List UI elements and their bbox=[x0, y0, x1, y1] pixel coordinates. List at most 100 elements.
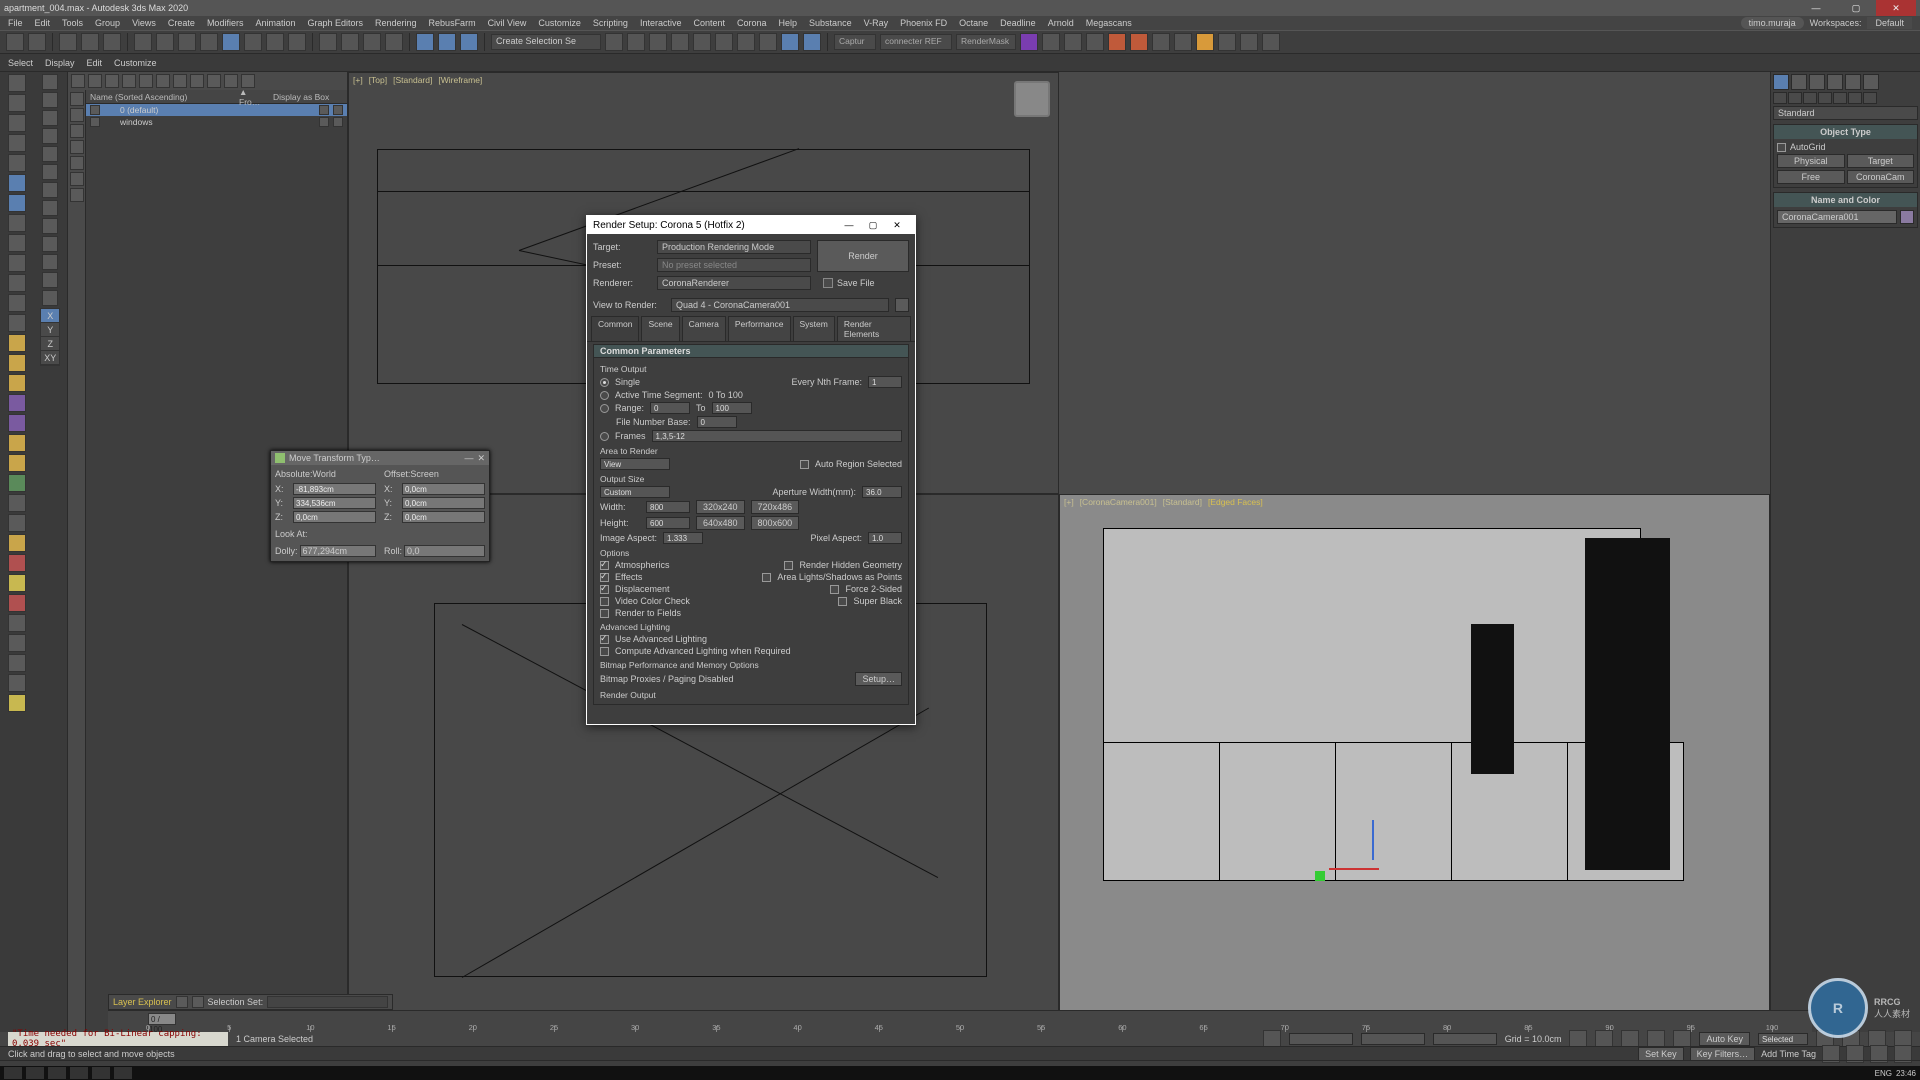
coord-x[interactable] bbox=[1289, 1033, 1353, 1045]
preset-select[interactable]: No preset selected bbox=[657, 258, 811, 272]
menu-item[interactable]: Animation bbox=[255, 18, 295, 28]
col-box[interactable] bbox=[319, 105, 329, 115]
coord-z[interactable] bbox=[1433, 1033, 1497, 1045]
dialog-min-icon[interactable]: — bbox=[464, 453, 473, 463]
time-slider[interactable]: 0 / 100 bbox=[148, 1013, 176, 1025]
utilities-tab-icon[interactable] bbox=[1863, 74, 1879, 90]
scene-row[interactable]: 0 (default) bbox=[86, 104, 347, 116]
tool-icon[interactable] bbox=[42, 290, 58, 306]
size-preset[interactable]: 800x600 bbox=[751, 516, 800, 530]
tool-icon[interactable] bbox=[8, 194, 26, 212]
off-y-input[interactable]: 0,0cm bbox=[402, 497, 485, 509]
ref-coord-icon[interactable] bbox=[416, 33, 434, 51]
category-select[interactable]: Standard bbox=[1773, 106, 1918, 120]
range-to-input[interactable]: 100 bbox=[712, 402, 752, 414]
frames-radio[interactable] bbox=[600, 432, 609, 441]
help-icon[interactable] bbox=[8, 694, 26, 712]
col-box[interactable] bbox=[319, 117, 329, 127]
geometry-icon[interactable] bbox=[1773, 92, 1787, 104]
schematic-icon[interactable] bbox=[693, 33, 711, 51]
nth-frame-input[interactable]: 1 bbox=[868, 376, 902, 388]
menu-item[interactable]: Deadline bbox=[1000, 18, 1036, 28]
plugin-icon[interactable] bbox=[1042, 33, 1060, 51]
create-physical-button[interactable]: Physical bbox=[1777, 154, 1845, 168]
time-tag[interactable]: Add Time Tag bbox=[1761, 1049, 1816, 1059]
tool-icon[interactable] bbox=[8, 354, 26, 372]
tool-icon[interactable] bbox=[8, 554, 26, 572]
renderer-select[interactable]: CoronaRenderer bbox=[657, 276, 811, 290]
tool-icon[interactable] bbox=[8, 254, 26, 272]
tool-icon[interactable] bbox=[42, 254, 58, 270]
target-select[interactable]: Production Rendering Mode bbox=[657, 240, 811, 254]
bind-icon[interactable] bbox=[103, 33, 121, 51]
filter-icon[interactable] bbox=[88, 74, 102, 88]
lock-view-icon[interactable] bbox=[895, 298, 909, 312]
menu-item[interactable]: Corona bbox=[737, 18, 767, 28]
tool-icon[interactable] bbox=[8, 374, 26, 392]
tool-icon[interactable] bbox=[8, 154, 26, 172]
col-box[interactable] bbox=[333, 117, 343, 127]
se-side-icon[interactable] bbox=[70, 188, 84, 202]
captur-box[interactable]: Captur bbox=[834, 34, 876, 50]
rollout-header[interactable]: Object Type bbox=[1774, 125, 1917, 139]
tab-scene[interactable]: Scene bbox=[641, 316, 679, 341]
object-color-swatch[interactable] bbox=[1900, 210, 1914, 224]
window-minimize[interactable]: — bbox=[1796, 0, 1836, 16]
plugin-icon[interactable] bbox=[1218, 33, 1236, 51]
plugin-icon[interactable] bbox=[1130, 33, 1148, 51]
abs-z-input[interactable]: 0,0cm bbox=[293, 511, 376, 523]
plugin-icon[interactable] bbox=[1086, 33, 1104, 51]
menu-item[interactable]: Modifiers bbox=[207, 18, 244, 28]
menu-item[interactable]: Help bbox=[779, 18, 798, 28]
abs-y-input[interactable]: 334,536cm bbox=[293, 497, 376, 509]
adv-use[interactable] bbox=[600, 635, 609, 644]
col-box[interactable] bbox=[333, 105, 343, 115]
size-preset[interactable]: 720x486 bbox=[751, 500, 800, 514]
sub-item[interactable]: Edit bbox=[87, 58, 103, 68]
systems-icon[interactable] bbox=[1863, 92, 1877, 104]
unlink-icon[interactable] bbox=[81, 33, 99, 51]
savefile-check[interactable]: Save File bbox=[817, 278, 909, 288]
select-region-icon[interactable] bbox=[178, 33, 196, 51]
scene-row[interactable]: windows bbox=[86, 116, 347, 128]
task-icon[interactable] bbox=[48, 1067, 66, 1079]
filter-icon[interactable] bbox=[122, 74, 136, 88]
menu-item[interactable]: Create bbox=[168, 18, 195, 28]
filter-icon[interactable] bbox=[71, 74, 85, 88]
tool-icon[interactable] bbox=[8, 174, 26, 192]
tool-icon[interactable] bbox=[8, 674, 26, 692]
plugin-icon[interactable] bbox=[1240, 33, 1258, 51]
hierarchy-tab-icon[interactable] bbox=[1809, 74, 1825, 90]
axis-y[interactable]: Y bbox=[41, 323, 59, 337]
selection-set-dd[interactable]: Create Selection Se bbox=[491, 34, 601, 50]
image-aspect-input[interactable]: 1.333 bbox=[663, 532, 703, 544]
sub-item[interactable]: Select bbox=[8, 58, 33, 68]
frames-input[interactable]: 1,3,5-12 bbox=[652, 430, 902, 442]
start-icon[interactable] bbox=[4, 1067, 22, 1079]
se-side-icon[interactable] bbox=[70, 124, 84, 138]
menu-item[interactable]: Content bbox=[693, 18, 725, 28]
layer-icon[interactable] bbox=[192, 996, 204, 1008]
menu-item[interactable]: Tools bbox=[62, 18, 83, 28]
width-input[interactable]: 800 bbox=[646, 501, 690, 513]
create-coronacam-button[interactable]: CoronaCam bbox=[1847, 170, 1915, 184]
se-side-icon[interactable] bbox=[70, 172, 84, 186]
use-center-icon[interactable] bbox=[460, 33, 478, 51]
tool-icon[interactable] bbox=[42, 128, 58, 144]
selection-set-select[interactable] bbox=[267, 996, 388, 1008]
filter-icon[interactable] bbox=[139, 74, 153, 88]
undo-icon[interactable] bbox=[6, 33, 24, 51]
col-name[interactable]: Name (Sorted Ascending) bbox=[90, 92, 235, 102]
menu-item[interactable]: Edit bbox=[35, 18, 51, 28]
window-close[interactable]: ✕ bbox=[1876, 0, 1916, 16]
autokey-button[interactable]: Auto Key bbox=[1699, 1032, 1750, 1046]
menu-item[interactable]: Group bbox=[95, 18, 120, 28]
task-icon[interactable] bbox=[70, 1067, 88, 1079]
aperture-input[interactable]: 36.0 bbox=[862, 486, 902, 498]
se-side-icon[interactable] bbox=[70, 108, 84, 122]
cameras-icon[interactable] bbox=[1818, 92, 1832, 104]
move-icon[interactable] bbox=[222, 33, 240, 51]
tool-icon[interactable] bbox=[42, 218, 58, 234]
tool-icon[interactable] bbox=[8, 534, 26, 552]
plugin-icon[interactable] bbox=[1064, 33, 1082, 51]
